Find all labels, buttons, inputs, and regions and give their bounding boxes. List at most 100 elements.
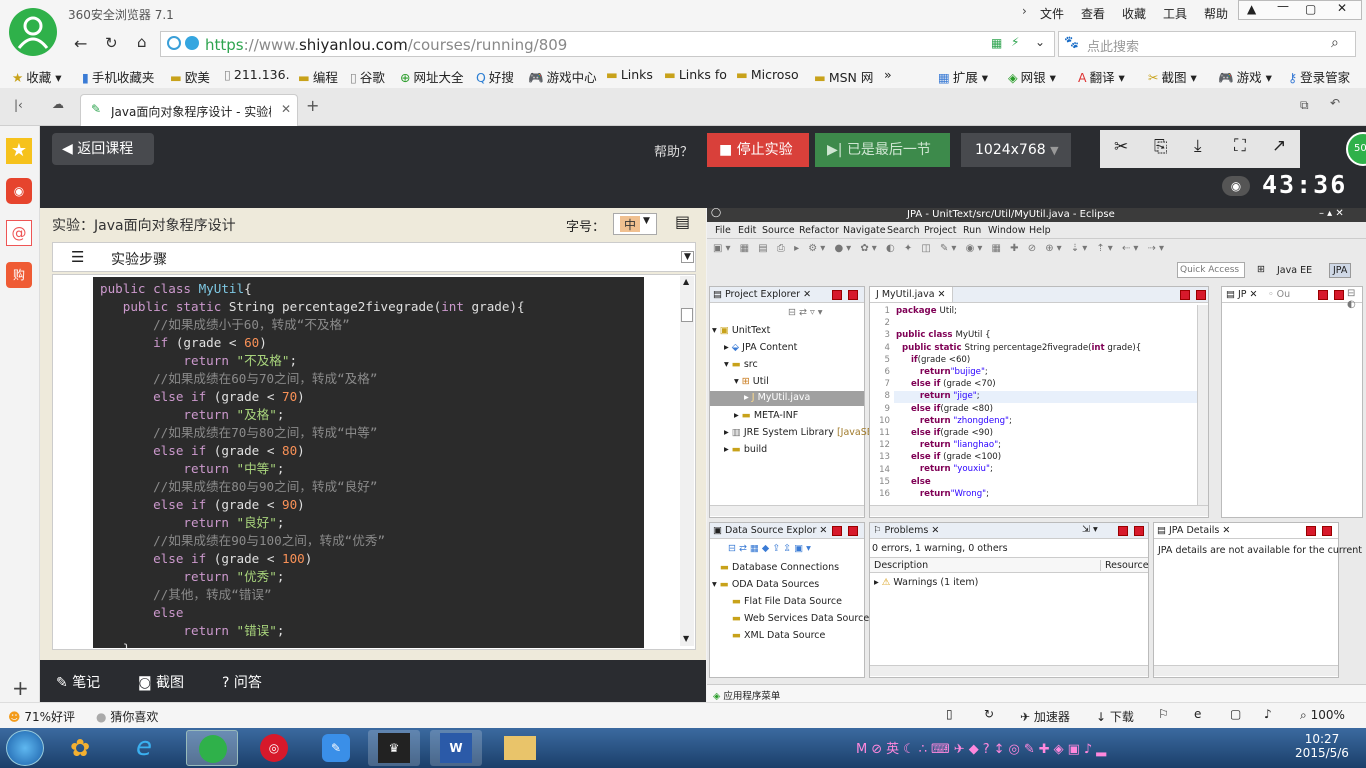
menu-item[interactable]: Search xyxy=(887,225,920,236)
pin-icon[interactable]: ▲ xyxy=(1247,2,1256,16)
tree-item[interactable]: ▾ ⊞ Util xyxy=(734,376,769,387)
refresh-icon[interactable]: ↻ xyxy=(105,34,118,52)
accelerator-button[interactable]: ✈ 加速器 xyxy=(1020,708,1070,725)
open-perspective-icon[interactable]: ⊞ xyxy=(1257,264,1265,275)
qa-button[interactable]: ? 问答 xyxy=(222,672,262,692)
col-resource[interactable]: Resource xyxy=(1100,560,1149,571)
editor-tab[interactable]: J MyUtil.java ✕ xyxy=(870,287,953,302)
new-tab-icon[interactable]: + xyxy=(306,96,319,115)
scroll-up-icon[interactable]: ▲ xyxy=(683,277,689,286)
editor-code[interactable]: package Util; public class MyUtil { publi… xyxy=(896,305,1196,501)
help-link[interactable]: 帮助？ xyxy=(654,141,693,160)
maximize-icon[interactable] xyxy=(1196,290,1206,300)
extensions-button[interactable]: ▦ 扩展 ▾ xyxy=(938,67,988,86)
bookmark-links[interactable]: ▬ Links xyxy=(606,67,653,82)
menu-item[interactable]: Run xyxy=(963,225,981,236)
search-box[interactable]: 🐾 点此搜索 ⌕ xyxy=(1058,31,1356,57)
taskbar-game[interactable]: ♛ xyxy=(368,730,420,766)
bank-button[interactable]: ◈ 网银 ▾ xyxy=(1008,67,1056,86)
outline-tab[interactable]: ◦ Ou xyxy=(1268,289,1290,300)
share-screen-icon[interactable]: ⎘ xyxy=(1154,137,1168,157)
window-icon[interactable]: ▢ xyxy=(1230,707,1241,721)
bookmark-favorites[interactable]: ★ 收藏 ▾ xyxy=(12,67,61,86)
sidebar-toggle-icon[interactable]: |‹ xyxy=(14,98,23,112)
translate-button[interactable]: A 翻译 ▾ xyxy=(1078,67,1125,86)
menu-item[interactable]: Source xyxy=(762,225,795,236)
rating-button[interactable]: ☻ 71%好评 xyxy=(8,708,75,725)
tree-item[interactable]: ▬ XML Data Source xyxy=(732,630,825,641)
taskbar-netease[interactable]: ◎ xyxy=(248,730,300,766)
screenshot-button[interactable]: ✂ 截图 ▾ xyxy=(1148,67,1197,86)
menu-item[interactable]: Edit xyxy=(738,225,756,236)
maximize-icon[interactable] xyxy=(848,526,858,536)
close-icon[interactable]: ✕ xyxy=(1337,1,1347,15)
problems-tab[interactable]: ⚐ Problems ✕ xyxy=(873,525,939,536)
clock[interactable]: 10:27 2015/5/6 xyxy=(1294,732,1350,760)
taskbar-ie[interactable]: e xyxy=(122,730,174,766)
search-input[interactable]: 点此搜索 xyxy=(1087,36,1139,55)
restore-tab-icon[interactable]: ⧉ xyxy=(1300,98,1309,113)
font-size-select[interactable]: 中 ▼ xyxy=(613,213,657,235)
maximize-icon[interactable]: ▢ xyxy=(1305,2,1316,16)
zoom-button[interactable]: ⌕ 100% xyxy=(1300,708,1345,723)
download-button[interactable]: ↓ 下载 xyxy=(1096,708,1134,725)
menu-item[interactable]: Window xyxy=(988,225,1025,236)
taskbar-word[interactable]: W xyxy=(430,730,482,766)
ds-toolbar[interactable]: ⊟⇄▦◆⇪⇫▣▾ xyxy=(728,543,814,554)
quick-access-input[interactable]: Quick Access xyxy=(1177,262,1245,278)
menu-favorites[interactable]: 收藏 xyxy=(1122,5,1146,22)
address-bar[interactable]: https://www.shiyanlou.com/courses/runnin… xyxy=(160,31,1055,57)
minimize-icon[interactable] xyxy=(1180,290,1190,300)
maximize-icon[interactable] xyxy=(848,290,858,300)
home-icon[interactable]: ⌂ xyxy=(137,33,147,51)
qr-icon[interactable]: ▦ xyxy=(991,36,1002,50)
jpa-details-tab[interactable]: ▤ JPA Details ✕ xyxy=(1157,525,1230,536)
phone-icon[interactable]: ▯ xyxy=(946,707,953,721)
shopping-icon[interactable]: 购 xyxy=(6,262,32,288)
app-menu-button[interactable]: ◈ 应用程序菜单 xyxy=(713,688,780,702)
taskbar-explorer[interactable] xyxy=(494,730,546,766)
games-button[interactable]: 🎮 游戏 ▾ xyxy=(1218,67,1272,86)
last-section-button[interactable]: ▶| 已是最后一节 xyxy=(815,133,950,167)
tree-item[interactable]: ▬ Flat File Data Source xyxy=(732,596,842,607)
more-bookmarks-icon[interactable]: » xyxy=(884,67,892,82)
bookmark-games[interactable]: 🎮 游戏中心 xyxy=(528,67,597,86)
undo-close-icon[interactable]: ↶ xyxy=(1330,96,1340,110)
speaker-icon[interactable]: ♪ xyxy=(1264,707,1272,721)
warnings-row[interactable]: ▸ ⚠ Warnings (1 item) xyxy=(874,577,978,588)
horizontal-scrollbar[interactable] xyxy=(870,505,1208,516)
bookmark-folder-2[interactable]: ▬ 编程 xyxy=(298,67,338,86)
add-sidebar-icon[interactable]: + xyxy=(12,676,29,700)
screenshot-button[interactable]: ◙ 截图 xyxy=(138,672,184,692)
taskbar-app[interactable]: ✎ xyxy=(310,730,362,766)
scroll-down-icon[interactable]: ▼ xyxy=(683,634,689,643)
login-manager-button[interactable]: ⚷ 登录管家 xyxy=(1288,67,1350,86)
menu-view[interactable]: 查看 xyxy=(1081,5,1105,22)
minimize-icon[interactable] xyxy=(832,290,842,300)
view-tools[interactable]: ⊟ ⇄ ▿ ▾ xyxy=(788,307,823,318)
weibo-icon[interactable]: ◉ xyxy=(6,178,32,204)
taskbar-360[interactable] xyxy=(186,730,238,766)
bookmark-haosou[interactable]: Q 好搜 xyxy=(476,67,514,86)
steps-select[interactable]: ☰ 实验步骤 ▼ xyxy=(52,242,696,272)
col-description[interactable]: Description xyxy=(874,560,928,571)
bookmark-nav[interactable]: ⊕ 网址大全 xyxy=(400,67,464,86)
tree-item[interactable]: ▾ ▣ UnitText xyxy=(712,325,770,336)
data-source-tab[interactable]: ▣ Data Source Explor ✕ xyxy=(713,525,827,536)
horizontal-scrollbar[interactable] xyxy=(1154,665,1338,676)
flag-icon[interactable]: ⚐ xyxy=(1158,707,1169,721)
menu-tools[interactable]: 工具 xyxy=(1163,5,1187,22)
download-icon[interactable]: ⤓ xyxy=(1194,136,1202,156)
minimize-icon[interactable] xyxy=(1118,526,1128,536)
tree-item[interactable]: ▾ ▬ ODA Data Sources xyxy=(712,579,819,590)
bookmark-google[interactable]: ▯ 谷歌 xyxy=(350,67,385,86)
scissors-icon[interactable]: ✂ xyxy=(1114,137,1128,157)
perspective-javaee[interactable]: Java EE xyxy=(1277,265,1312,276)
bookmark-microsoft[interactable]: ▬ Microso xyxy=(736,67,799,82)
chevron-down-icon[interactable]: ⌄ xyxy=(1035,35,1045,49)
back-to-course-button[interactable]: ◀ 返回课程 xyxy=(52,133,154,165)
horizontal-scrollbar[interactable] xyxy=(710,505,864,516)
bookmark-mobile[interactable]: ▮ 手机收藏夹 xyxy=(82,67,154,86)
minimize-icon[interactable] xyxy=(1306,526,1316,536)
favorites-sidebar-icon[interactable]: ★ xyxy=(6,138,32,164)
